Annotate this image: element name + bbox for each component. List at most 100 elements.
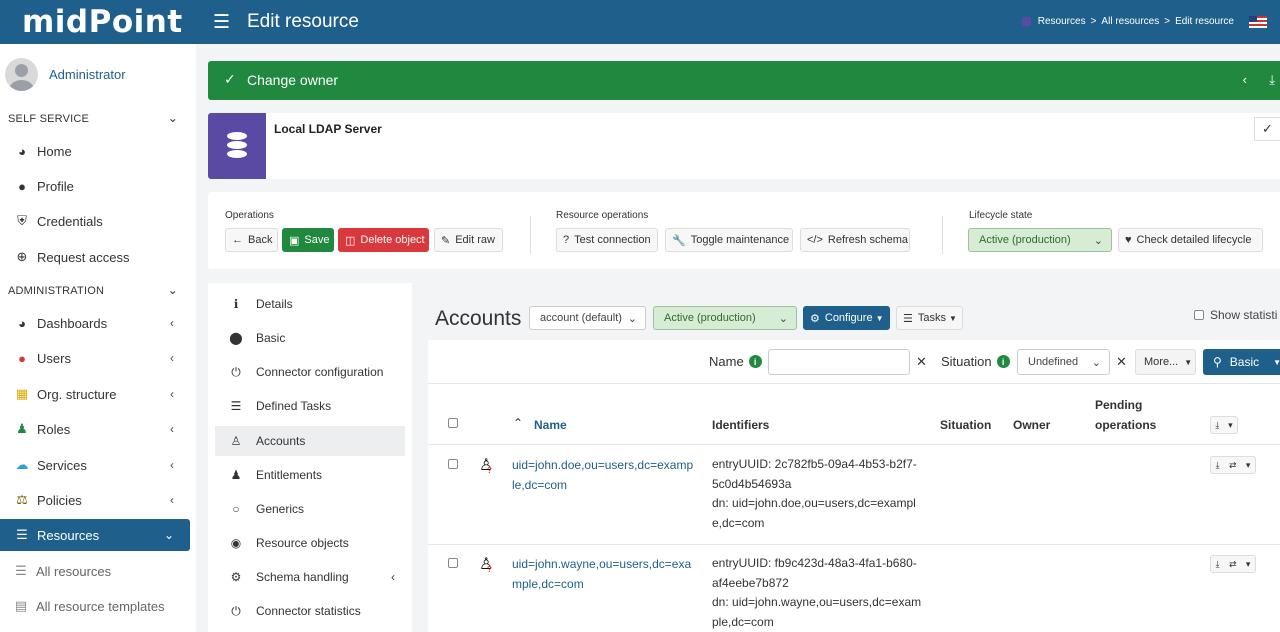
sidebar-item-users[interactable]: ● Users ‹ (0, 342, 190, 374)
info-icon[interactable]: i (996, 355, 1010, 368)
tasks-button[interactable]: ☰ Tasks ▼ (896, 306, 963, 330)
sidebar-item-all-resource-templates[interactable]: ▤ All resource templates (0, 590, 190, 622)
sidebar-item-home[interactable]: ◕ Home (0, 135, 190, 167)
sidebar-item-resources[interactable]: ☰ Resources ⌄ (0, 519, 190, 551)
database-icon (227, 132, 247, 158)
sidebar-item-all-resources[interactable]: ☰ All resources (0, 555, 190, 587)
name-label: Name (709, 354, 744, 369)
chevron-left-icon: ‹ (170, 422, 174, 436)
sidebar-item-request-access[interactable]: ⊕ Request access (0, 241, 190, 273)
section-self-service[interactable]: SELF SERVICE ⌄ (8, 111, 188, 125)
menu-item-label: Resource objects (256, 536, 349, 550)
test-connection-button[interactable]: ? Test connection (556, 228, 658, 252)
collapse-icon[interactable]: ‹ (1243, 72, 1247, 87)
more-filters-button[interactable]: More... ▼ (1135, 349, 1196, 375)
breadcrumb-resources[interactable]: Resources (1038, 16, 1086, 27)
account-name-link[interactable]: uid=john.wayne,ou=users,dc=example,dc=co… (512, 554, 694, 594)
row-checkbox[interactable] (448, 558, 458, 568)
chevron-left-icon: ‹ (170, 493, 174, 507)
sidebar-item-label: Credentials (37, 213, 103, 229)
sidebar-item-credentials[interactable]: ⛨ Credentials (0, 205, 190, 237)
sidebar-item-org-structure[interactable]: ▦ Org. structure ‹ (0, 378, 190, 410)
row-actions-menu[interactable]: ⤓ ⇄ ▾ (1210, 555, 1256, 573)
download-icon[interactable]: ⤓ (1269, 72, 1275, 88)
menu-toggle-icon[interactable]: ☰ (213, 11, 230, 34)
menu-item-label: Accounts (256, 434, 306, 448)
menu-item-label: Generics (256, 502, 305, 516)
export-menu-button[interactable]: ⤓ ▾ (1210, 416, 1238, 434)
back-button[interactable]: ← Back (225, 228, 278, 252)
lifecycle-state-select[interactable]: Active (production) ⌄ (968, 228, 1112, 252)
sidebar-item-label: Dashboards (37, 315, 108, 331)
chevron-down-icon: ⌄ (1093, 234, 1103, 247)
language-flag-icon[interactable] (1249, 16, 1267, 28)
sidebar-item-dashboards[interactable]: ◕ Dashboards ‹ (0, 307, 190, 339)
refresh-schema-button[interactable]: </> Refresh schema (800, 228, 910, 252)
select-all-checkbox[interactable] (448, 418, 458, 428)
menu-item-basic[interactable]: ⬤ Basic (215, 323, 405, 353)
chevron-down-icon: ⌄ (163, 528, 174, 542)
menu-item-generics[interactable]: ○ Generics (215, 494, 405, 524)
sidebar-item-services[interactable]: ☁ Services ‹ (0, 449, 190, 481)
caret-down-icon: ▼ (875, 313, 884, 323)
basic-search-button[interactable]: ⚲ Basic ▼ (1203, 349, 1280, 375)
dashboard-icon: ◕ (18, 315, 26, 331)
account-name-link[interactable]: uid=john.doe,ou=users,dc=example,dc=com (512, 455, 694, 495)
accounts-lifecycle-select[interactable]: Active (production) ⌄ (653, 306, 797, 330)
accounts-lifecycle-value: Active (production) (664, 312, 756, 324)
clear-name-icon[interactable]: ✕ (916, 354, 927, 370)
sort-asc-icon[interactable]: ⌃ (513, 416, 523, 430)
identifier-entryuuid: entryUUID: fb9c423d-48a3-4fa1-b680-af4ee… (712, 556, 917, 590)
dashboard-icon: ◕ (18, 143, 26, 159)
heart-pulse-icon: ♥ (1125, 234, 1132, 246)
edit-raw-button[interactable]: ✎ Edit raw (434, 228, 503, 252)
menu-item-connector-statistics[interactable]: ⏻ Connector statistics (215, 596, 405, 626)
identifier-dn: dn: uid=john.wayne,ou=users,dc=example,d… (712, 595, 922, 629)
resource-type-badge (208, 113, 266, 179)
menu-item-resource-objects[interactable]: ◉ Resource objects (215, 528, 405, 558)
name-search-input[interactable] (768, 349, 910, 375)
menu-item-label: Connector configuration (256, 365, 384, 379)
check-icon[interactable]: ✓ (1254, 117, 1280, 141)
download-icon: ⤓ (1215, 558, 1220, 569)
midpoint-logo[interactable]: midPoint (22, 4, 183, 40)
user-name[interactable]: Administrator (49, 67, 126, 82)
gear-icon: ⚙ (810, 312, 820, 325)
show-statistics-checkbox[interactable] (1194, 310, 1204, 320)
toggle-maintenance-button[interactable]: 🔧 Toggle maintenance (665, 228, 793, 252)
row-actions-menu[interactable]: ⤓ ⇄ ▾ (1210, 456, 1256, 474)
object-type-select[interactable]: account (default) ⌄ (529, 306, 646, 330)
menu-item-defined-tasks[interactable]: ☰ Defined Tasks (215, 391, 405, 421)
menu-item-entitlements[interactable]: ♟ Entitlements (215, 460, 405, 490)
avatar[interactable] (5, 58, 38, 91)
check-detailed-lifecycle-button[interactable]: ♥ Check detailed lifecycle (1118, 228, 1263, 252)
accounts-table-panel: Name i ✕ Situation i Undefined ⌄ ✕ More.… (428, 340, 1280, 632)
test-connection-label: Test connection (574, 234, 651, 246)
plug-icon: ⏻ (231, 603, 241, 618)
identifier-entryuuid: entryUUID: 2c782fb5-09a4-4b53-b2f7-5c0d4… (712, 457, 917, 491)
sidebar-item-profile[interactable]: ● Profile (0, 170, 190, 202)
sidebar-item-roles[interactable]: ♟ Roles ‹ (0, 413, 190, 445)
column-name[interactable]: Name (534, 418, 567, 432)
menu-item-accounts[interactable]: ♙ Accounts (215, 426, 405, 456)
situation-select[interactable]: Undefined ⌄ (1017, 349, 1110, 375)
menu-item-details[interactable]: ℹ Details (215, 289, 405, 319)
show-statistics-label: Show statisti (1210, 308, 1278, 322)
menu-item-schema-handling[interactable]: ⚙ Schema handling ‹ (215, 562, 405, 592)
sync-icon: ⇄ (1228, 558, 1237, 569)
info-icon: ℹ (233, 297, 239, 311)
operations-panel: Operations ← Back ▣ Save ◫ Delete object ✎ E… (208, 192, 1280, 269)
info-icon[interactable]: i (748, 355, 762, 368)
chevron-down-icon: ⌄ (167, 111, 178, 125)
clear-situation-icon[interactable]: ✕ (1116, 354, 1127, 370)
row-checkbox[interactable] (448, 459, 458, 469)
breadcrumb-all-resources[interactable]: All resources (1101, 16, 1159, 27)
save-button[interactable]: ▣ Save (282, 228, 334, 252)
show-statistics-toggle[interactable]: Show statisti (1194, 308, 1277, 322)
section-administration[interactable]: ADMINISTRATION ⌄ (8, 283, 188, 297)
configure-button[interactable]: ⚙ Configure ▼ (803, 306, 890, 330)
sidebar-item-policies[interactable]: ⚖ Policies ‹ (0, 484, 190, 516)
delete-object-button[interactable]: ◫ Delete object (338, 228, 429, 252)
menu-item-connector-configuration[interactable]: ⏻ Connector configuration (215, 357, 405, 387)
column-situation: Situation (940, 418, 992, 432)
